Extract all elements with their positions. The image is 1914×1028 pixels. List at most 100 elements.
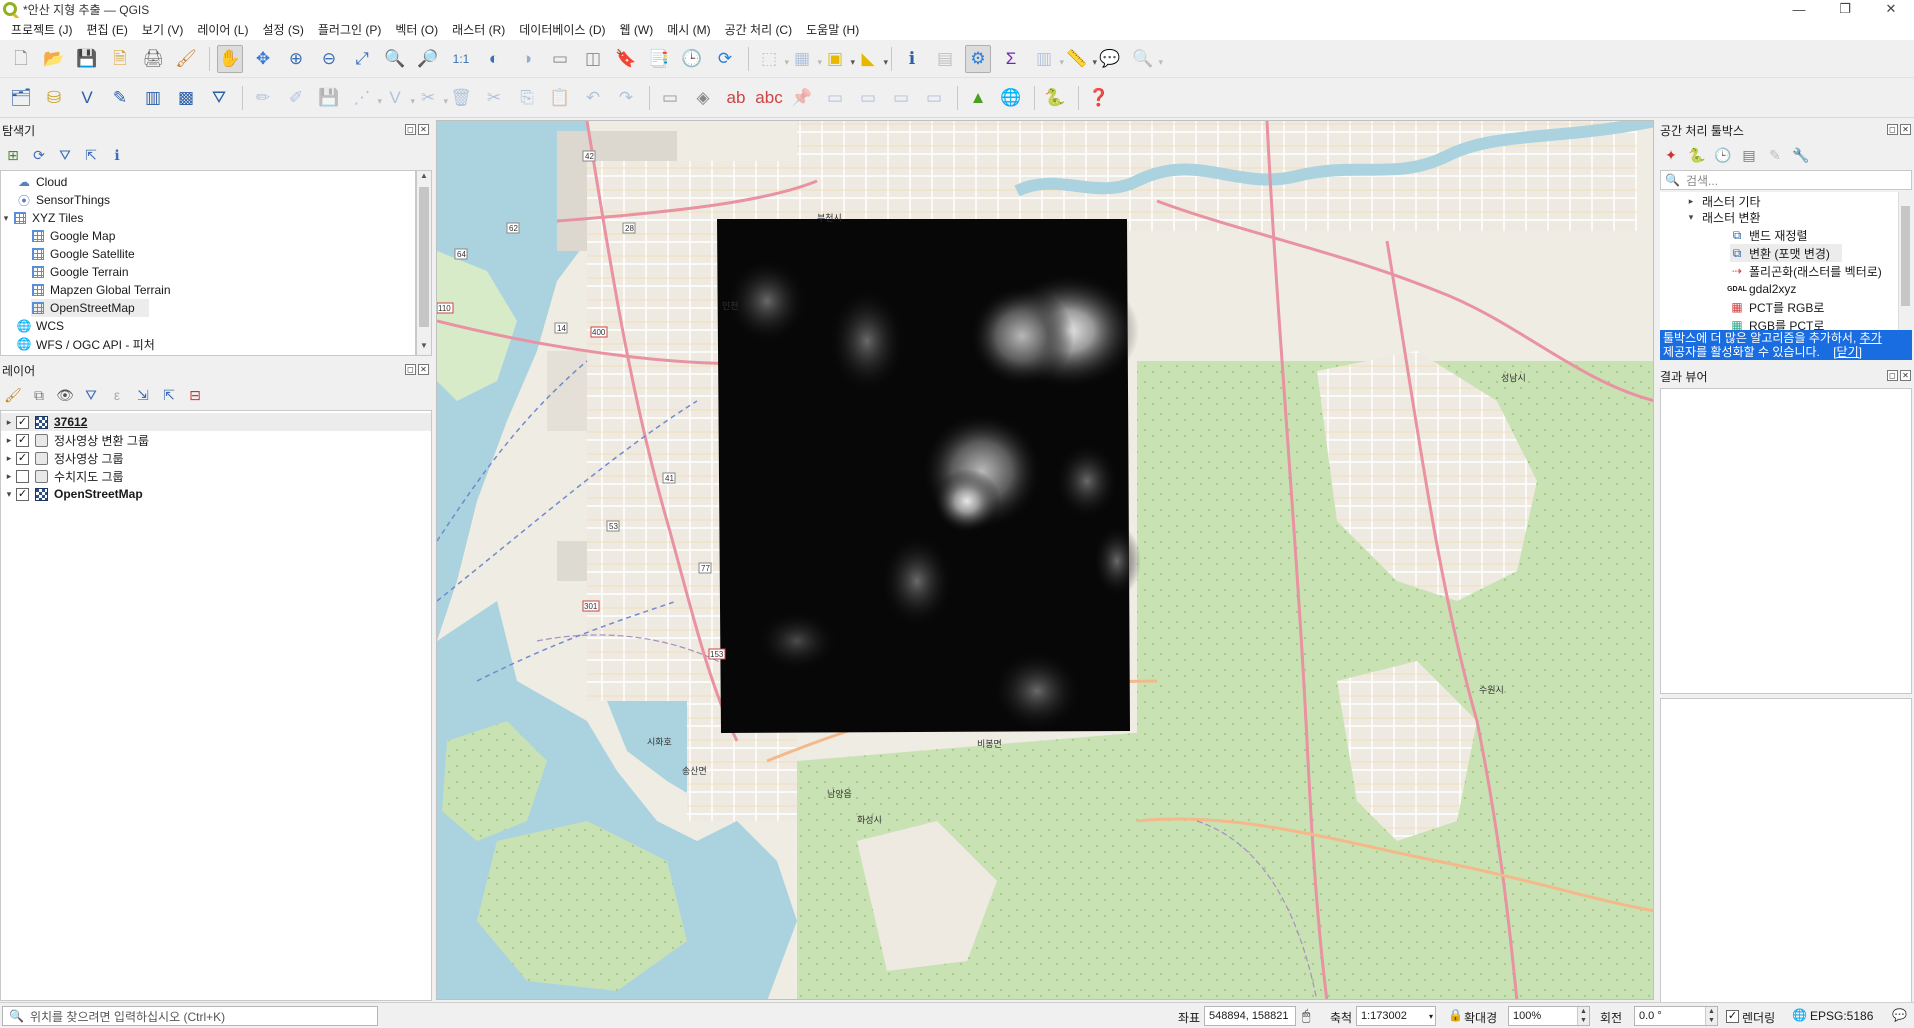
measure-line-icon[interactable]: 📏: [1064, 45, 1097, 73]
options-icon[interactable]: 🔧: [1792, 146, 1810, 164]
add-vector-icon[interactable]: ⛛: [206, 84, 232, 112]
expand-arrow-icon[interactable]: ▸: [4, 435, 14, 446]
zoom-last-icon[interactable]: ◐: [481, 45, 507, 73]
python-console-icon[interactable]: 🐍: [1042, 84, 1068, 112]
open-attribute-table-icon[interactable]: ▦: [789, 45, 822, 73]
menu-raster[interactable]: 래스터 (R): [445, 21, 512, 38]
layer-visibility-checkbox[interactable]: ✓: [16, 415, 29, 429]
menu-layer[interactable]: 레이어 (L): [190, 21, 255, 38]
menu-settings[interactable]: 설정 (S): [255, 21, 310, 38]
refresh-icon[interactable]: ⟳: [712, 45, 738, 73]
toolbox-alg-rearrange-bands[interactable]: ⧉ 밴드 재정렬: [1730, 226, 1808, 244]
undo-icon[interactable]: ↶: [580, 84, 606, 112]
new-spatialite-icon[interactable]: ✎: [107, 84, 133, 112]
zoom-in-icon[interactable]: ⊕: [283, 45, 309, 73]
close-banner-link[interactable]: [닫기]: [1833, 345, 1862, 359]
add-group-icon[interactable]: ⧉: [30, 386, 48, 404]
select-features-icon[interactable]: ▣: [822, 45, 855, 73]
new-geopackage-icon[interactable]: ⛁: [41, 84, 67, 112]
layer-visibility-checkbox[interactable]: [16, 469, 29, 483]
expand-arrow-icon[interactable]: ▾: [4, 489, 14, 500]
toolbox-alg-pct2rgb[interactable]: ▦ PCT를 RGB로: [1730, 298, 1824, 316]
select-by-value-icon[interactable]: ◣: [855, 45, 888, 73]
toolbox-alg-rgb2pct[interactable]: ▦ RGB를 PCT로: [1730, 316, 1824, 330]
lock-icon[interactable]: 🔒: [1448, 1008, 1463, 1022]
expand-arrow-icon[interactable]: ▸: [4, 417, 14, 428]
browser-item-wfs[interactable]: 🌐 WFS / OGC API - 피처: [5, 335, 155, 353]
layer-row-openstreetmap[interactable]: ▾ ✓ OpenStreetMap: [1, 485, 431, 503]
add-raster-icon[interactable]: ▩: [173, 84, 199, 112]
zoom-next-icon[interactable]: ◑: [514, 45, 540, 73]
menu-help[interactable]: 도움말 (H): [799, 21, 866, 38]
collapse-all-icon[interactable]: ⇱: [82, 146, 100, 164]
expand-all-icon[interactable]: ⇲: [134, 386, 152, 404]
statistical-summary-icon[interactable]: Σ: [998, 45, 1024, 73]
modify-attributes-icon[interactable]: ✂: [415, 84, 448, 112]
browser-item-google-satellite[interactable]: Google Satellite: [31, 245, 135, 263]
open-project-icon[interactable]: 📂: [41, 45, 67, 73]
maximize-button[interactable]: ❐: [1822, 0, 1868, 18]
zoom-to-layer-icon[interactable]: 🔎: [415, 45, 441, 73]
digitize-icon[interactable]: ⋰: [349, 84, 383, 112]
help-contents-icon[interactable]: ❓: [1086, 84, 1112, 112]
menu-project[interactable]: 프로젝트 (J): [4, 21, 80, 38]
menu-web[interactable]: 웹 (W): [613, 21, 661, 38]
layer-styling-icon[interactable]: 🖌: [4, 386, 22, 404]
float-panel-icon[interactable]: ◻: [1887, 370, 1898, 381]
scripts-icon[interactable]: 🐍: [1688, 146, 1706, 164]
toolbox-scrollbar[interactable]: [1898, 192, 1912, 330]
menu-edit[interactable]: 편집 (E): [80, 21, 135, 38]
layer-row-digital-map-group[interactable]: ▸ 수치지도 그룹: [1, 467, 431, 485]
add-providers-link[interactable]: 추가: [1860, 331, 1882, 345]
spin-arrows-icon[interactable]: ▲ ▼: [1577, 1007, 1589, 1025]
vertex-tool-icon[interactable]: V: [382, 84, 415, 112]
menu-processing[interactable]: 공간 처리 (C): [718, 21, 800, 38]
history-icon[interactable]: 🕒: [1714, 146, 1732, 164]
expand-arrow-icon[interactable]: ▸: [4, 453, 14, 464]
layer-visibility-checkbox[interactable]: ✓: [16, 487, 29, 501]
text-annotation-icon[interactable]: 🔍: [1130, 45, 1163, 73]
close-panel-icon[interactable]: ✕: [418, 364, 429, 375]
browser-item-openstreetmap[interactable]: OpenStreetMap: [31, 299, 149, 317]
new-project-icon[interactable]: 🗋: [8, 45, 34, 73]
browser-item-mapzen-global-terrain[interactable]: Mapzen Global Terrain: [31, 281, 171, 299]
attribute-table-icon[interactable]: ▤: [932, 45, 958, 73]
crs-button[interactable]: EPSG:5186: [1810, 1009, 1873, 1023]
new-bookmark-icon[interactable]: 🔖: [613, 45, 639, 73]
data-source-manager-icon[interactable]: 🗂: [8, 84, 34, 112]
browser-item-xyz-tiles[interactable]: ▾ XYZ Tiles: [1, 209, 84, 227]
processing-toolbox-icon[interactable]: ⚙: [965, 44, 991, 73]
add-selected-layers-icon[interactable]: ⊞: [4, 146, 22, 164]
browser-scrollbar[interactable]: ▲ ▼: [416, 170, 432, 356]
show-hide-labels-icon[interactable]: ▭: [822, 84, 848, 112]
scroll-up-icon[interactable]: ▲: [417, 171, 431, 185]
new-map-view-icon[interactable]: ▭: [547, 45, 573, 73]
expand-arrow-icon[interactable]: ▾: [1686, 212, 1696, 223]
crs-globe-icon[interactable]: 🌐: [1792, 1008, 1807, 1022]
layer-visibility-checkbox[interactable]: ✓: [16, 433, 29, 447]
highlight-labels-icon[interactable]: abc: [755, 84, 782, 112]
filter-by-expression-icon[interactable]: ε: [108, 386, 126, 404]
refresh-icon[interactable]: ⟳: [30, 146, 48, 164]
new-shapefile-icon[interactable]: V: [74, 84, 100, 112]
browser-item-google-map[interactable]: Google Map: [31, 227, 115, 245]
map-tips-icon[interactable]: 💬: [1097, 45, 1123, 73]
pan-to-selection-icon[interactable]: ✥: [250, 45, 276, 73]
close-panel-icon[interactable]: ✕: [1900, 370, 1911, 381]
menu-plugins[interactable]: 플러그인 (P): [311, 21, 389, 38]
results-viewer-icon[interactable]: ▤: [1740, 146, 1758, 164]
zoom-to-selection-icon[interactable]: 🔍: [382, 45, 408, 73]
menu-mesh[interactable]: 메시 (M): [660, 21, 717, 38]
cut-features-icon[interactable]: ✂: [481, 84, 507, 112]
save-as-icon[interactable]: 🗎: [107, 45, 133, 73]
browser-item-google-terrain[interactable]: Google Terrain: [31, 263, 129, 281]
toolbox-group-raster-conversion[interactable]: ▾ 래스터 변환: [1686, 208, 1761, 226]
field-calculator-icon[interactable]: ▥: [1031, 45, 1064, 73]
layer-row-ortho-transform-group[interactable]: ▸ ✓ 정사영상 변환 그룹: [1, 431, 431, 449]
paste-features-icon[interactable]: 📋: [547, 84, 573, 112]
models-icon[interactable]: ✦: [1662, 146, 1680, 164]
new-temp-layer-icon[interactable]: ▥: [140, 84, 166, 112]
menu-view[interactable]: 보기 (V): [135, 21, 190, 38]
filter-legend-icon[interactable]: ⛛: [82, 386, 100, 404]
browser-item-cloud[interactable]: ☁ Cloud: [5, 173, 67, 191]
